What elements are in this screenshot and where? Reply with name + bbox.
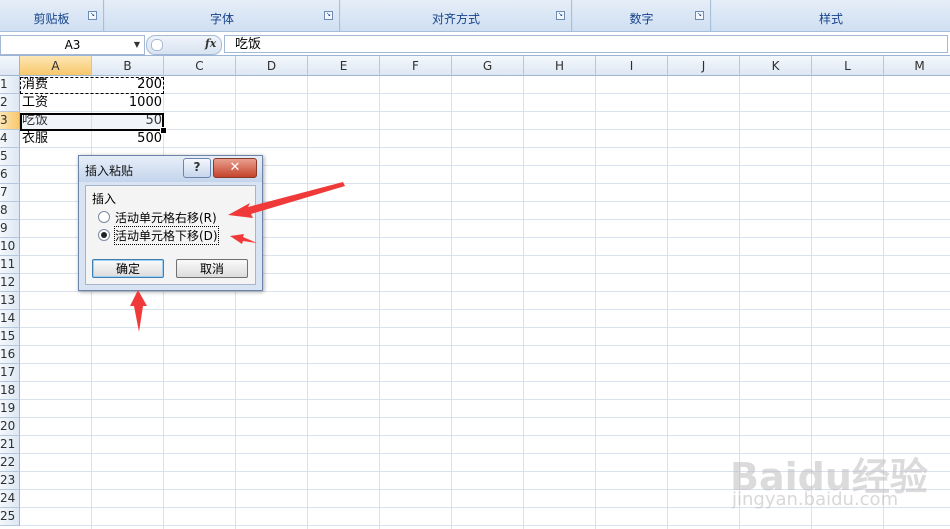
row-header-25[interactable]: 25 <box>0 508 20 526</box>
dialog-launcher-icon[interactable]: ↘ <box>695 11 704 20</box>
radio-circle-icon[interactable] <box>98 211 110 223</box>
row-header-14[interactable]: 14 <box>0 310 20 328</box>
dialog-titlebar[interactable]: 插入粘贴 ? ✕ <box>79 156 262 182</box>
row-header-3[interactable]: 3 <box>0 112 20 130</box>
insert-paste-dialog: 插入粘贴 ? ✕ 插入 活动单元格右移(R) 活动单元格下移(D) 确定 取消 <box>78 155 263 291</box>
row-header-11[interactable]: 11 <box>0 256 20 274</box>
column-header-f[interactable]: F <box>380 56 452 76</box>
row-header-24[interactable]: 24 <box>0 490 20 508</box>
row-header-9[interactable]: 9 <box>0 220 20 238</box>
row-header-4[interactable]: 4 <box>0 130 20 148</box>
row-header-5[interactable]: 5 <box>0 148 20 166</box>
dialog-body: 插入 活动单元格右移(R) 活动单元格下移(D) 确定 取消 <box>85 185 256 285</box>
active-selection <box>20 113 164 131</box>
column-header-a[interactable]: A <box>20 56 92 76</box>
watermark-url: jingyan.baidu.com <box>732 489 899 510</box>
column-header-m[interactable]: M <box>884 56 950 76</box>
ribbon-group-alignment: 对齐方式 ↘ <box>341 0 572 31</box>
row-header-23[interactable]: 23 <box>0 472 20 490</box>
row-header-21[interactable]: 21 <box>0 436 20 454</box>
ribbon-group-styles: 样式 <box>712 0 950 31</box>
row-header-18[interactable]: 18 <box>0 382 20 400</box>
row-header-8[interactable]: 8 <box>0 202 20 220</box>
ribbon-group-label: 数字 <box>629 12 654 26</box>
row-header-7[interactable]: 7 <box>0 184 20 202</box>
column-header-c[interactable]: C <box>164 56 236 76</box>
column-header-h[interactable]: H <box>524 56 596 76</box>
chevron-down-icon[interactable]: ▼ <box>134 36 140 54</box>
row-header-20[interactable]: 20 <box>0 418 20 436</box>
column-header-g[interactable]: G <box>452 56 524 76</box>
column-header-i[interactable]: I <box>596 56 668 76</box>
column-header-b[interactable]: B <box>92 56 164 76</box>
column-header-j[interactable]: J <box>668 56 740 76</box>
cell-a2[interactable]: 工资 <box>20 94 92 112</box>
copy-marquee <box>20 77 164 94</box>
row-header-6[interactable]: 6 <box>0 166 20 184</box>
ribbon-group-number: 数字 ↘ <box>573 0 711 31</box>
ribbon-group-label: 对齐方式 <box>431 12 480 26</box>
insert-function-button[interactable]: fx <box>205 37 216 50</box>
column-header-l[interactable]: L <box>812 56 884 76</box>
row-header-16[interactable]: 16 <box>0 346 20 364</box>
close-button[interactable]: ✕ <box>213 158 257 178</box>
dialog-launcher-icon[interactable]: ↘ <box>556 11 565 20</box>
row-header-12[interactable]: 12 <box>0 274 20 292</box>
column-header-k[interactable]: K <box>740 56 812 76</box>
radio-shift-right[interactable]: 活动单元格右移(R) <box>98 209 248 225</box>
insert-group-label: 插入 <box>92 192 117 206</box>
ribbon-group-label: 字体 <box>209 12 234 26</box>
row-header-22[interactable]: 22 <box>0 454 20 472</box>
column-header-d[interactable]: D <box>236 56 308 76</box>
ribbon-group-font: 字体 ↘ <box>105 0 340 31</box>
select-all-corner[interactable] <box>0 56 20 76</box>
dialog-launcher-icon[interactable]: ↘ <box>88 11 97 20</box>
row-header-1[interactable]: 1 <box>0 76 20 94</box>
row-header-13[interactable]: 13 <box>0 292 20 310</box>
column-header-e[interactable]: E <box>308 56 380 76</box>
ribbon-group-label: 样式 <box>818 12 843 26</box>
cell-a4[interactable]: 衣服 <box>20 130 92 148</box>
row-header-17[interactable]: 17 <box>0 364 20 382</box>
help-button[interactable]: ? <box>183 158 211 178</box>
ok-button[interactable]: 确定 <box>92 259 164 278</box>
fill-handle[interactable] <box>160 127 167 134</box>
ribbon-group-labels: 剪贴板 ↘ 字体 ↘ 对齐方式 ↘ 数字 ↘ 样式 <box>0 0 950 32</box>
row-header-2[interactable]: 2 <box>0 94 20 112</box>
radio-shift-down[interactable]: 活动单元格下移(D) <box>98 226 248 245</box>
dialog-title: 插入粘贴 <box>85 164 134 178</box>
name-box[interactable]: A3 ▼ <box>0 35 145 55</box>
formula-bar: A3 ▼ fx 吃饭 <box>0 33 950 56</box>
radio-label[interactable]: 活动单元格右移(R) <box>115 209 217 226</box>
cancel-button[interactable]: 取消 <box>176 259 248 278</box>
formula-input[interactable]: 吃饭 <box>224 35 948 53</box>
row-header-19[interactable]: 19 <box>0 400 20 418</box>
ribbon-group-clipboard: 剪贴板 ↘ <box>0 0 104 31</box>
row-header-15[interactable]: 15 <box>0 328 20 346</box>
dialog-launcher-icon[interactable]: ↘ <box>324 11 333 20</box>
cell-b2[interactable]: 1000 <box>92 94 164 112</box>
radio-label[interactable]: 活动单元格下移(D) <box>114 226 219 245</box>
expand-handle-icon[interactable] <box>151 39 163 51</box>
formula-bar-controls: fx <box>146 35 222 55</box>
cell-b4[interactable]: 500 <box>92 130 164 148</box>
name-box-value: A3 <box>64 38 81 52</box>
radio-circle-selected-icon[interactable] <box>98 229 110 241</box>
row-header-10[interactable]: 10 <box>0 238 20 256</box>
